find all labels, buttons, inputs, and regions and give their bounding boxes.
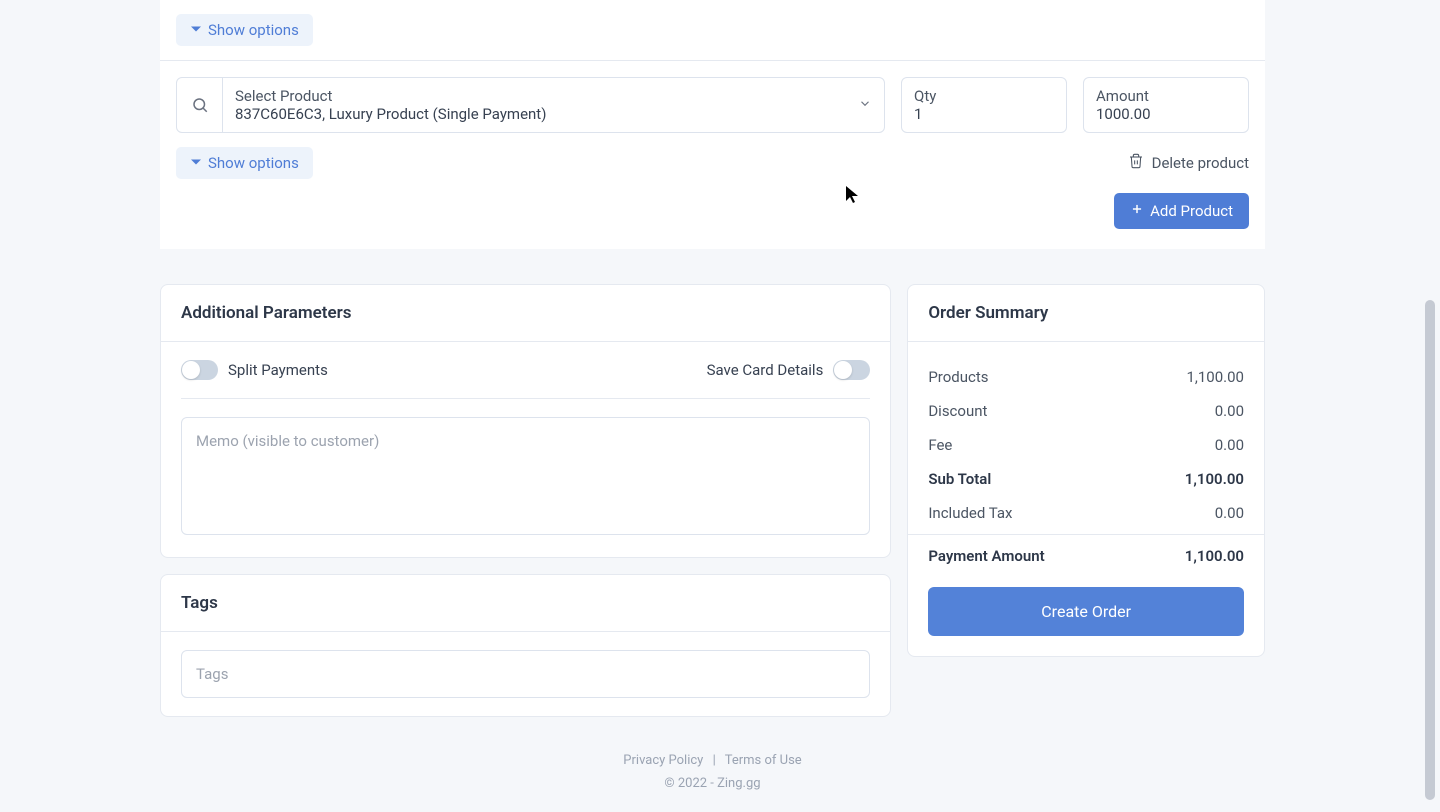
summary-tax-label: Included Tax — [928, 504, 1012, 522]
save-card-label: Save Card Details — [707, 361, 824, 379]
split-payments-toggle[interactable] — [181, 360, 218, 380]
summary-tax-value: 0.00 — [1215, 504, 1244, 522]
order-summary-card: Order Summary Products 1,100.00 Discount… — [907, 284, 1265, 657]
summary-subtotal-label: Sub Total — [928, 470, 991, 488]
trash-icon — [1128, 152, 1144, 174]
summary-discount-label: Discount — [928, 402, 987, 420]
product-select[interactable]: Select Product 837C60E6C3, Luxury Produc… — [176, 77, 885, 133]
chevron-down-icon — [858, 96, 872, 115]
product-select-dropdown[interactable]: Select Product 837C60E6C3, Luxury Produc… — [223, 78, 884, 132]
copyright: © 2022 - Zing.gg — [160, 776, 1265, 791]
product-row: Select Product 837C60E6C3, Luxury Produc… — [176, 77, 1249, 133]
summary-line-discount: Discount 0.00 — [928, 394, 1244, 428]
show-options-button-bottom[interactable]: Show options — [176, 147, 313, 179]
scrollbar-thumb[interactable] — [1425, 300, 1435, 800]
summary-line-fee: Fee 0.00 — [928, 428, 1244, 462]
terms-link[interactable]: Terms of Use — [725, 753, 802, 768]
qty-input[interactable] — [914, 105, 1054, 123]
show-options-label: Show options — [208, 21, 299, 39]
summary-products-value: 1,100.00 — [1187, 368, 1245, 386]
summary-fee-value: 0.00 — [1215, 436, 1244, 454]
amount-label: Amount — [1096, 87, 1236, 105]
add-product-button[interactable]: Add Product — [1114, 193, 1249, 229]
product-select-label: Select Product — [235, 87, 848, 105]
summary-line-subtotal: Sub Total 1,100.00 — [928, 462, 1244, 496]
save-card-toggle[interactable] — [833, 360, 870, 380]
delete-product-button[interactable]: Delete product — [1128, 152, 1249, 174]
show-options-label: Show options — [208, 154, 299, 172]
memo-textarea[interactable] — [181, 417, 870, 535]
qty-label: Qty — [914, 87, 1054, 105]
footer: Privacy Policy | Terms of Use © 2022 - Z… — [160, 717, 1265, 791]
plus-icon — [1130, 202, 1144, 220]
summary-subtotal-value: 1,100.00 — [1185, 470, 1244, 488]
divider — [160, 60, 1265, 61]
delete-product-label: Delete product — [1152, 154, 1249, 172]
amount-input[interactable] — [1096, 105, 1236, 123]
tags-input[interactable] — [181, 650, 870, 698]
show-options-button-top[interactable]: Show options — [176, 14, 313, 46]
summary-payment-label: Payment Amount — [928, 547, 1044, 565]
tags-card: Tags — [160, 574, 891, 717]
privacy-link[interactable]: Privacy Policy — [623, 753, 703, 768]
order-summary-title: Order Summary — [908, 285, 1264, 342]
summary-products-label: Products — [928, 368, 988, 386]
additional-parameters-card: Additional Parameters Split Payments Sav… — [160, 284, 891, 558]
summary-line-products: Products 1,100.00 — [928, 360, 1244, 394]
amount-field[interactable]: Amount — [1083, 77, 1249, 133]
chevron-down-icon — [190, 154, 202, 172]
summary-line-payment: Payment Amount 1,100.00 — [928, 539, 1244, 573]
summary-discount-value: 0.00 — [1215, 402, 1244, 420]
create-order-button[interactable]: Create Order — [928, 587, 1244, 636]
summary-payment-value: 1,100.00 — [1185, 547, 1244, 565]
chevron-down-icon — [190, 21, 202, 39]
product-select-value: 837C60E6C3, Luxury Product (Single Payme… — [235, 105, 848, 123]
add-product-label: Add Product — [1150, 202, 1233, 220]
footer-sep: | — [713, 753, 716, 768]
summary-fee-label: Fee — [928, 436, 952, 454]
summary-line-tax: Included Tax 0.00 — [928, 496, 1244, 530]
additional-parameters-title: Additional Parameters — [161, 285, 890, 342]
split-payments-label: Split Payments — [228, 361, 328, 379]
search-icon[interactable] — [177, 78, 223, 132]
qty-field[interactable]: Qty — [901, 77, 1067, 133]
divider — [908, 534, 1264, 535]
tags-title: Tags — [161, 575, 890, 632]
product-card: Show options Select Product 837C60E6C3, … — [160, 0, 1265, 249]
